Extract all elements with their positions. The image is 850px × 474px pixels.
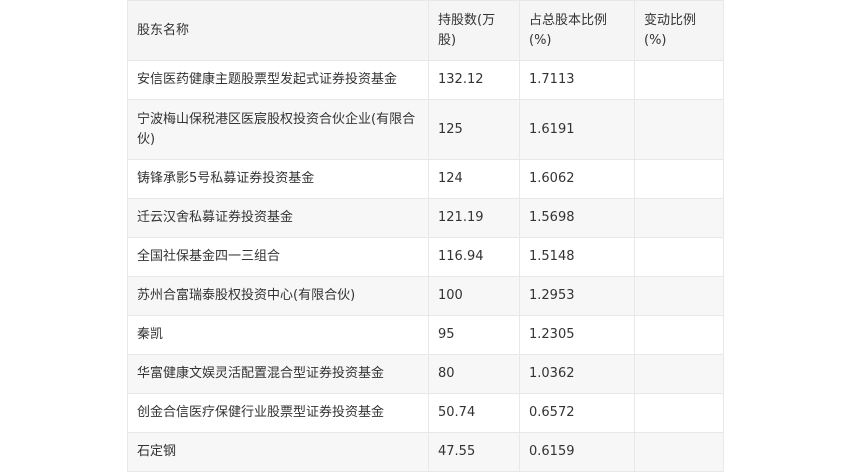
cell-shares-held: 132.12 — [428, 60, 520, 100]
table-row: 安信医药健康主题股票型发起式证券投资基金 132.12 1.7113 — [127, 60, 724, 100]
cell-shares-held: 47.55 — [428, 432, 520, 472]
header-share-ratio: 占总股本比例(%) — [519, 0, 635, 61]
cell-change-ratio — [634, 159, 724, 199]
cell-shares-held: 50.74 — [428, 393, 520, 433]
cell-shareholder-name: 秦凯 — [127, 315, 429, 355]
cell-shareholder-name: 安信医药健康主题股票型发起式证券投资基金 — [127, 60, 429, 100]
cell-share-ratio: 0.6159 — [519, 432, 635, 472]
cell-shareholder-name: 石定钢 — [127, 432, 429, 472]
cell-share-ratio: 1.0362 — [519, 354, 635, 394]
cell-share-ratio: 1.2953 — [519, 276, 635, 316]
table-row: 石定钢 47.55 0.6159 — [127, 432, 724, 472]
cell-change-ratio — [634, 276, 724, 316]
cell-shares-held: 116.94 — [428, 237, 520, 277]
cell-share-ratio: 1.5148 — [519, 237, 635, 277]
table-row: 宁波梅山保税港区医宸股权投资合伙企业(有限合伙) 125 1.6191 — [127, 99, 724, 160]
header-shares-held: 持股数(万股) — [428, 0, 520, 61]
cell-change-ratio — [634, 99, 724, 160]
cell-shareholder-name: 苏州合富瑞泰股权投资中心(有限合伙) — [127, 276, 429, 316]
cell-shareholder-name: 全国社保基金四一三组合 — [127, 237, 429, 277]
cell-shareholder-name: 创金合信医疗保健行业股票型证券投资基金 — [127, 393, 429, 433]
table-row: 迁云汉舍私募证券投资基金 121.19 1.5698 — [127, 198, 724, 238]
cell-shares-held: 100 — [428, 276, 520, 316]
cell-shares-held: 80 — [428, 354, 520, 394]
cell-change-ratio — [634, 237, 724, 277]
shareholder-table-container: 股东名称 持股数(万股) 占总股本比例(%) 变动比例(%) 安信医药健康主题股… — [127, 0, 724, 472]
cell-shares-held: 124 — [428, 159, 520, 199]
cell-shareholder-name: 宁波梅山保税港区医宸股权投资合伙企业(有限合伙) — [127, 99, 429, 160]
cell-change-ratio — [634, 60, 724, 100]
cell-share-ratio: 0.6572 — [519, 393, 635, 433]
table-row: 全国社保基金四一三组合 116.94 1.5148 — [127, 237, 724, 277]
cell-shares-held: 95 — [428, 315, 520, 355]
table-row: 苏州合富瑞泰股权投资中心(有限合伙) 100 1.2953 — [127, 276, 724, 316]
cell-shareholder-name: 铸锋承影5号私募证券投资基金 — [127, 159, 429, 199]
cell-share-ratio: 1.2305 — [519, 315, 635, 355]
cell-change-ratio — [634, 198, 724, 238]
cell-share-ratio: 1.5698 — [519, 198, 635, 238]
cell-shareholder-name: 华富健康文娱灵活配置混合型证券投资基金 — [127, 354, 429, 394]
cell-change-ratio — [634, 315, 724, 355]
table-row: 华富健康文娱灵活配置混合型证券投资基金 80 1.0362 — [127, 354, 724, 394]
table-row: 铸锋承影5号私募证券投资基金 124 1.6062 — [127, 159, 724, 199]
cell-shares-held: 121.19 — [428, 198, 520, 238]
cell-change-ratio — [634, 354, 724, 394]
header-shareholder-name: 股东名称 — [127, 0, 429, 61]
table-row: 秦凯 95 1.2305 — [127, 315, 724, 355]
cell-shareholder-name: 迁云汉舍私募证券投资基金 — [127, 198, 429, 238]
cell-shares-held: 125 — [428, 99, 520, 160]
table-header-row: 股东名称 持股数(万股) 占总股本比例(%) 变动比例(%) — [127, 0, 724, 61]
cell-change-ratio — [634, 432, 724, 472]
header-change-ratio: 变动比例(%) — [634, 0, 724, 61]
table-row: 创金合信医疗保健行业股票型证券投资基金 50.74 0.6572 — [127, 393, 724, 433]
shareholder-table: 股东名称 持股数(万股) 占总股本比例(%) 变动比例(%) 安信医药健康主题股… — [127, 0, 724, 472]
cell-share-ratio: 1.6062 — [519, 159, 635, 199]
cell-share-ratio: 1.6191 — [519, 99, 635, 160]
cell-change-ratio — [634, 393, 724, 433]
cell-share-ratio: 1.7113 — [519, 60, 635, 100]
